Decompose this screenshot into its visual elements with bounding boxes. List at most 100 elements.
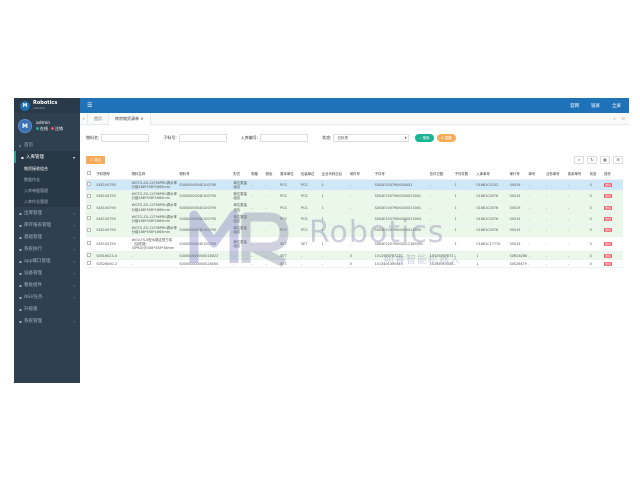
delete-button[interactable]: 删除	[604, 216, 613, 221]
table-row[interactable]: S4E100790 WGTG-ZG-CLT96PRU调水率分组488*558*16…	[86, 179, 623, 191]
sidebar-item-upgrade[interactable]: ▪ 升级版	[14, 303, 80, 315]
table-cell: 1	[453, 190, 476, 203]
sidebar-item-system[interactable]: ▪ 系统管理 ‹	[14, 315, 80, 327]
row-actions-cell: 删除	[603, 179, 623, 191]
table-cell: 0	[588, 236, 604, 253]
row-checkbox[interactable]	[87, 193, 91, 198]
tab-current[interactable]: 库房物资清单 ×	[109, 112, 151, 125]
table-cell: -	[566, 213, 589, 226]
delete-button[interactable]: 删除	[604, 182, 613, 187]
inbound-number-input[interactable]	[260, 134, 309, 142]
menu-toggle-icon[interactable]: ☰	[87, 102, 92, 109]
column-header[interactable]: 操作	[603, 168, 623, 180]
row-checkbox[interactable]	[87, 227, 91, 232]
column-header[interactable]: 总件已数	[428, 168, 454, 180]
column-header[interactable]: 子件件数	[453, 168, 476, 180]
row-checkbox[interactable]	[87, 205, 91, 210]
sidebar-item-devices[interactable]: ▪ 设备管理 ‹	[14, 267, 80, 279]
column-header[interactable]: 物料名称	[130, 168, 179, 180]
table-row[interactable]: S4E100790 WGTG-ZG-CLT96PRU调水率分组488*558*16…	[86, 213, 623, 226]
column-header[interactable]: 企业代码日后	[320, 168, 349, 180]
delete-button[interactable]: 删除	[604, 194, 613, 199]
table-cell: 0	[588, 251, 604, 261]
table-row[interactable]: S4E100790 WGV-FS-8型水箱定型方成（加底钢）(SPRD)@358*…	[86, 236, 623, 253]
sub-part-input[interactable]	[178, 134, 227, 142]
row-checkbox-cell	[86, 213, 96, 226]
column-header[interactable]: 单行号	[508, 168, 528, 180]
select-all-checkbox-cell[interactable]	[86, 168, 96, 180]
tab-home[interactable]: 首页	[88, 112, 109, 125]
reset-button[interactable]: ↺ 重置	[436, 134, 456, 142]
delete-button[interactable]: 删除	[604, 241, 613, 246]
logout-link[interactable]: 注销	[51, 126, 63, 132]
table-cell: WGTG-ZG-CLT96PRU调水率分组488*558*1665mm	[130, 179, 179, 191]
refresh-icon[interactable]: ↻	[622, 116, 625, 121]
close-icon[interactable]: ×	[140, 116, 143, 121]
column-header[interactable]: 收用单号	[566, 168, 589, 180]
sidebar-item-outbound[interactable]: ▪ 出库管理 ‹	[14, 207, 80, 219]
column-header[interactable]: 子件号	[373, 168, 429, 180]
sidebar-item-stock[interactable]: ▪ 库存报表管理 ‹	[14, 219, 80, 231]
table-row[interactable]: S4E100790 WGTG-ZG-CLT96PRU调水率分组488*558*16…	[86, 224, 623, 237]
delete-button[interactable]: 删除	[604, 205, 613, 210]
sidebar-item-system-exec[interactable]: ▪ 系统执行 ‹	[14, 243, 80, 255]
column-header[interactable]: 形式	[232, 168, 251, 180]
select-all-checkbox[interactable]	[87, 170, 91, 175]
table-row[interactable]: S0S26000-2- S000000000S0S26000- - - SET - -0 10…	[86, 259, 623, 269]
topbar-website-link[interactable]: 官网	[570, 103, 579, 109]
sidebar-subitem-docs[interactable]: 入库单据管理	[14, 185, 80, 196]
column-header[interactable]: 业务单号	[544, 168, 567, 180]
row-checkbox[interactable]	[87, 261, 91, 266]
sidebar-item-basic[interactable]: ▪ 基础管理 ‹	[14, 231, 80, 243]
sidebar-item-app-port[interactable]: ▪ app端口管理 ‹	[14, 255, 80, 267]
search-button[interactable]: ⌕ 搜索	[415, 134, 434, 142]
column-header[interactable]: 颜色	[264, 168, 280, 180]
column-header[interactable]: 母件号	[348, 168, 374, 180]
refresh-icon[interactable]: ↻	[587, 156, 597, 164]
delete-button[interactable]: 删除	[604, 228, 613, 233]
table-cell: -	[544, 224, 567, 237]
sidebar-item-board[interactable]: ▪ 看板组件 ‹	[14, 279, 80, 291]
table-cell: 单位数量组合	[232, 190, 251, 203]
toggle-view-icon[interactable]: ▦	[600, 156, 610, 164]
search-toggle-icon[interactable]: ⌕	[574, 156, 584, 164]
chevron-left-icon: ‹	[73, 282, 75, 288]
column-header[interactable]: 子料物号	[95, 168, 131, 180]
topbar-fullscreen-button[interactable]: 全屏	[612, 103, 621, 109]
column-header[interactable]: 基本单位	[279, 168, 300, 180]
column-header[interactable]: 规格	[250, 168, 265, 180]
avatar[interactable]: M	[18, 119, 32, 133]
sidebar-subitem-receive[interactable]: 物资接收组合	[14, 163, 80, 174]
material-name-input[interactable]	[101, 134, 150, 142]
row-checkbox[interactable]	[87, 182, 91, 187]
export-icon: ⇩	[90, 158, 93, 162]
table-cell: -	[348, 190, 374, 203]
row-checkbox[interactable]	[87, 253, 91, 258]
sidebar-subitem-jobs[interactable]: 入库作业管理	[14, 196, 80, 207]
export-button[interactable]: ⇩ 导出	[86, 156, 106, 164]
column-header[interactable]: 物料号	[178, 168, 233, 180]
column-header[interactable]: 入库单号	[475, 168, 509, 180]
tab-scroll-left-icon[interactable]: «	[80, 112, 88, 125]
row-checkbox[interactable]	[87, 241, 91, 246]
tab-scroll-right-icon[interactable]: »	[613, 116, 615, 121]
table-cell: -	[428, 179, 454, 191]
row-checkbox[interactable]	[87, 216, 91, 221]
sidebar-subitem-data[interactable]: 数据作业	[14, 174, 80, 185]
delete-button[interactable]: 删除	[604, 261, 613, 266]
column-header[interactable]: 包装单位	[299, 168, 321, 180]
topbar-lock-button[interactable]: 锁屏	[591, 103, 600, 109]
table-row[interactable]: S4E100790 WGTG-ZG-CLT96PRU调水率分组488*558*16…	[86, 190, 623, 203]
table-row[interactable]: S0016023-4- S000000000S0016023- - - SET - -0 10…	[86, 251, 623, 261]
delete-button[interactable]: 删除	[604, 253, 613, 258]
status-select[interactable]: 已补货 ▾	[333, 134, 410, 142]
sidebar-item-agv[interactable]: ▪ AGV任务 ‹	[14, 291, 80, 303]
columns-icon[interactable]: ☰	[613, 156, 623, 164]
column-header[interactable]: 状态	[588, 168, 604, 180]
sidebar-item-home[interactable]: ⌂ 首页	[14, 139, 80, 151]
sidebar-item-inbound[interactable]: ▪ 入库管理 ▾	[14, 151, 80, 163]
sub-part-label: 子料号:	[163, 135, 177, 140]
brand-logo[interactable]: M Robotics robotics	[14, 98, 80, 113]
column-header[interactable]: 单号	[527, 168, 545, 180]
table-row[interactable]: S4E100790 WGTG-ZG-CLT96PRU调水率分组488*558*16…	[86, 201, 623, 214]
